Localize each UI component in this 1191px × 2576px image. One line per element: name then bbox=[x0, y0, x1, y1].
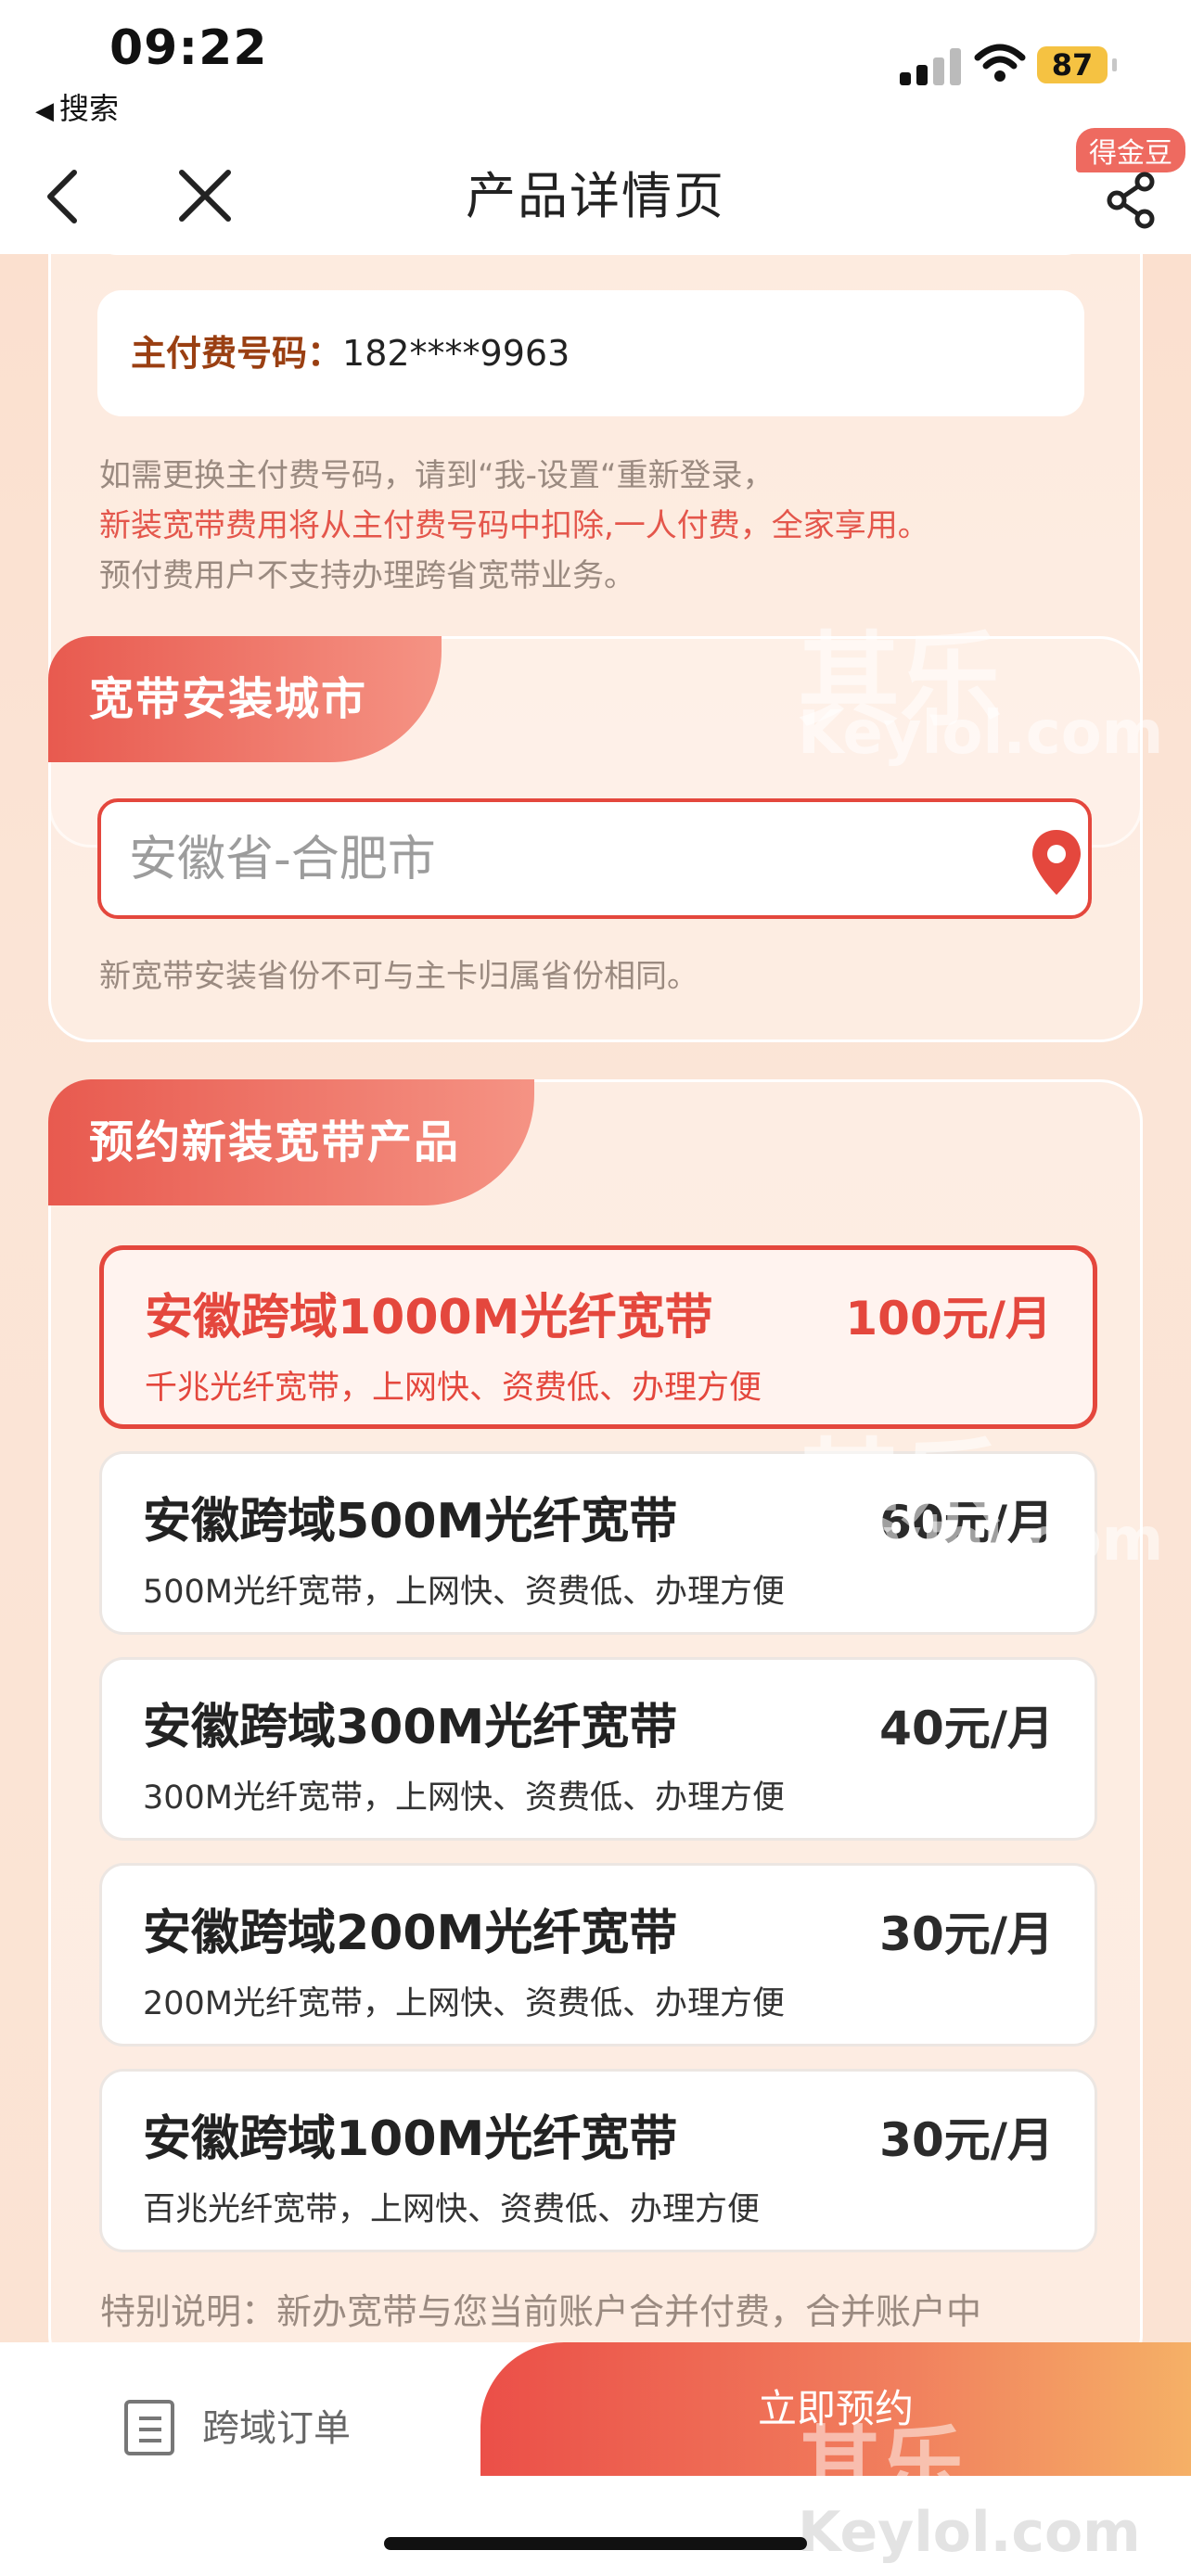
status-time: 09:22 bbox=[109, 20, 268, 76]
product-option-100m[interactable]: 安徽跨域100M光纤宽带 百兆光纤宽带，上网快、资费低、办理方便 30元/月 bbox=[99, 2069, 1097, 2252]
product-name: 安徽跨域100M光纤宽带 bbox=[143, 2111, 678, 2167]
product-desc: 300M光纤宽带，上网快、资费低、办理方便 bbox=[143, 1779, 786, 1817]
book-now-button[interactable]: 立即预约 bbox=[480, 2342, 1191, 2476]
product-option-500m[interactable]: 安徽跨域500M光纤宽带 500M光纤宽带，上网快、资费低、办理方便 60元/月 bbox=[99, 1451, 1097, 1635]
cross-region-orders-button[interactable]: 跨域订单 bbox=[124, 2391, 495, 2483]
wifi-icon bbox=[974, 44, 1026, 82]
product-price: 40元/月 bbox=[879, 1702, 1054, 1755]
home-indicator[interactable] bbox=[384, 2537, 807, 2550]
product-desc: 千兆光纤宽带，上网快、资费低、办理方便 bbox=[145, 1370, 762, 1407]
payer-note-1: 如需更换主付费号码，请到“我-设置“重新登录， bbox=[99, 457, 775, 494]
city-section-title: 宽带安装城市 bbox=[48, 636, 442, 762]
previous-field-bottom bbox=[97, 254, 1084, 255]
watermark-logo-en: Keylol.com bbox=[798, 2500, 1141, 2565]
gold-bean-badge[interactable]: 得金豆 bbox=[1076, 128, 1185, 172]
product-desc: 百兆光纤宽带，上网快、资费低、办理方便 bbox=[143, 2191, 761, 2228]
products-card: 预约新装宽带产品 安徽跨域1000M光纤宽带 千兆光纤宽带，上网快、资费低、办理… bbox=[48, 1079, 1143, 2342]
special-note: 特别说明：新办宽带与您当前账户合并付费，合并账户中 bbox=[100, 2291, 982, 2332]
payer-number: 182****9963 bbox=[342, 333, 570, 374]
city-input[interactable] bbox=[129, 821, 964, 899]
product-price: 30元/月 bbox=[879, 1907, 1054, 1961]
product-option-200m[interactable]: 安徽跨域200M光纤宽带 200M光纤宽带，上网快、资费低、办理方便 30元/月 bbox=[99, 1863, 1097, 2047]
payer-label: 主付费号码： bbox=[131, 333, 343, 374]
content-area[interactable]: 主付费号码：182****9963 如需更换主付费号码，请到“我-设置“重新登录… bbox=[0, 254, 1191, 2342]
product-price: 60元/月 bbox=[879, 1496, 1054, 1549]
payer-note-2: 新装宽带费用将从主付费号码中扣除,一人付费，全家享用。 bbox=[99, 507, 929, 544]
product-name: 安徽跨域500M光纤宽带 bbox=[143, 1494, 678, 1549]
product-name: 安徽跨域1000M光纤宽带 bbox=[145, 1290, 713, 1345]
location-pin-icon[interactable] bbox=[1029, 828, 1084, 897]
order-list-icon bbox=[124, 2400, 174, 2455]
back-triangle-icon: ◀ bbox=[35, 97, 54, 125]
orders-label: 跨域订单 bbox=[202, 2407, 351, 2450]
product-option-1000m[interactable]: 安徽跨域1000M光纤宽带 千兆光纤宽带，上网快、资费低、办理方便 100元/月 bbox=[99, 1245, 1097, 1429]
battery-level: 87 bbox=[1037, 46, 1117, 83]
product-price: 30元/月 bbox=[879, 2113, 1054, 2167]
product-name: 安徽跨域300M光纤宽带 bbox=[143, 1700, 678, 1755]
city-selector[interactable] bbox=[97, 798, 1092, 919]
payer-note-3: 预付费用户不支持办理跨省宽带业务。 bbox=[99, 557, 635, 594]
product-price: 100元/月 bbox=[845, 1292, 1052, 1345]
bottom-action-bar: 跨域订单 立即预约 其乐 Keylol.com bbox=[0, 2342, 1191, 2576]
navigation-bar: 产品详情页 得金豆 bbox=[0, 128, 1191, 254]
page-title: 产品详情页 bbox=[466, 167, 725, 225]
share-icon[interactable] bbox=[1104, 167, 1159, 232]
back-app-label: 搜索 bbox=[59, 91, 120, 126]
product-desc: 200M光纤宽带，上网快、资费低、办理方便 bbox=[143, 1985, 786, 2022]
product-desc: 500M光纤宽带，上网快、资费低、办理方便 bbox=[143, 1574, 786, 1611]
payer-number-box: 主付费号码：182****9963 bbox=[97, 290, 1084, 416]
cellular-signal-icon bbox=[900, 48, 961, 85]
products-section-title: 预约新装宽带产品 bbox=[48, 1079, 535, 1205]
product-option-300m[interactable]: 安徽跨域300M光纤宽带 300M光纤宽带，上网快、资费低、办理方便 40元/月 bbox=[99, 1657, 1097, 1841]
status-bar: 09:22 ◀ 搜索 87 bbox=[0, 0, 1191, 139]
back-to-app-link[interactable]: ◀ 搜索 bbox=[35, 85, 119, 128]
city-note: 新宽带安装省份不可与主卡归属省份相同。 bbox=[99, 958, 698, 995]
product-name: 安徽跨域200M光纤宽带 bbox=[143, 1906, 678, 1961]
city-card: 宽带安装城市 新宽带安装省份不可与主卡归属省份相同。 bbox=[48, 636, 1143, 1042]
